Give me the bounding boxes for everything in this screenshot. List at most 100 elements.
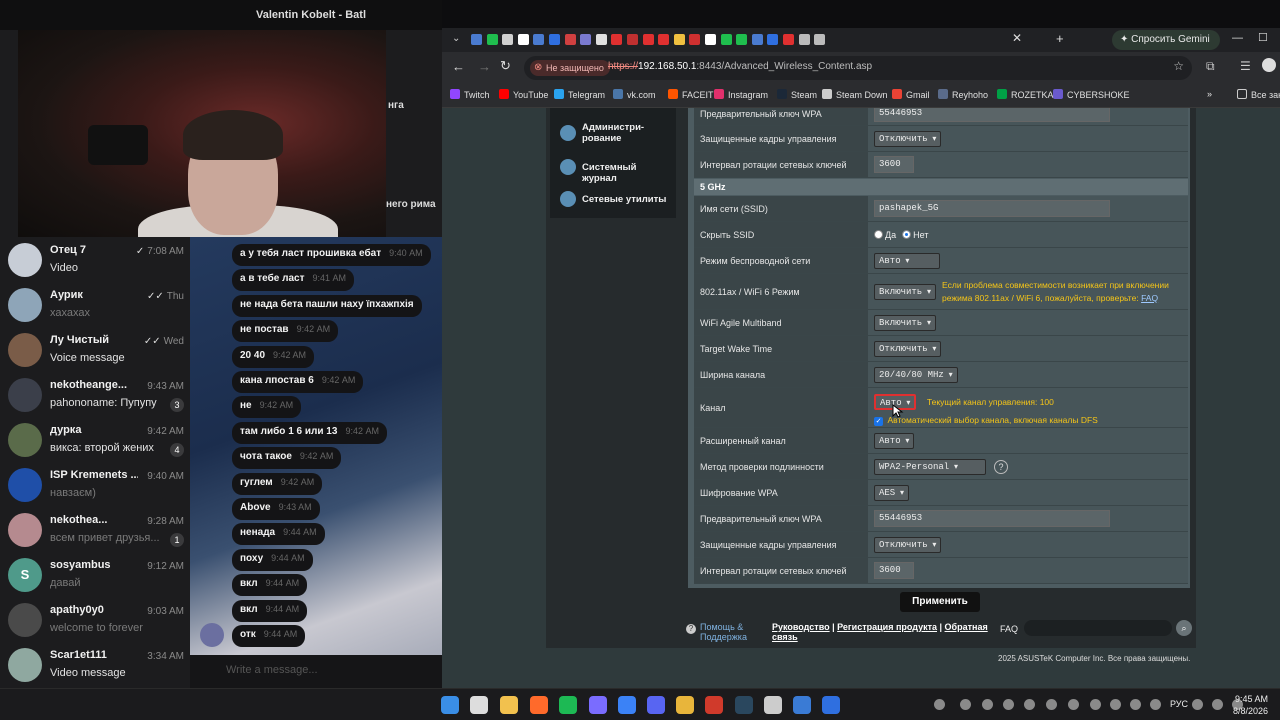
chat-list-item[interactable]: nekothea... всем привет друзья... 9:28 AM 1 bbox=[0, 507, 190, 552]
tray-icon[interactable] bbox=[1090, 699, 1101, 710]
menu-item-system-log[interactable]: Системный журнал bbox=[554, 152, 672, 184]
bookmark-item[interactable]: FACEIT bbox=[668, 89, 714, 100]
pmf-select-top[interactable]: Отключить bbox=[874, 130, 942, 147]
dfs-checkbox[interactable]: ✓ bbox=[874, 417, 883, 426]
bookmark-item[interactable]: YouTube bbox=[499, 89, 548, 100]
forward-icon[interactable]: → bbox=[478, 59, 491, 74]
app-icon[interactable] bbox=[589, 696, 607, 714]
message-bubble[interactable]: чота такое 9:42 AM bbox=[232, 447, 342, 470]
tray-icon[interactable] bbox=[1150, 699, 1161, 710]
tab-favicon-icon[interactable] bbox=[642, 34, 654, 45]
menu-list-icon[interactable]: ☰ bbox=[1240, 59, 1251, 73]
search-icon[interactable]: ⌕ bbox=[1176, 620, 1192, 636]
tab-favicon-icon[interactable] bbox=[689, 34, 701, 45]
message-bubble[interactable]: там либо 1 6 или 13 9:42 AM bbox=[232, 421, 387, 444]
tab-favicon-icon[interactable] bbox=[595, 34, 607, 45]
language-indicator[interactable]: РУС bbox=[1170, 699, 1188, 709]
chat-list-item[interactable]: apathy0y0 welcome to forever 9:03 AM bbox=[0, 597, 190, 642]
ax-mode-select[interactable]: Включить bbox=[874, 283, 937, 300]
chrome-icon[interactable] bbox=[676, 696, 694, 714]
all-bookmarks-folder[interactable]: Все закл bbox=[1237, 89, 1280, 100]
tab-favicon-icon[interactable] bbox=[486, 34, 498, 45]
bandwidth-select[interactable]: 20/40/80 MHz bbox=[874, 366, 958, 383]
chat-list-item[interactable]: Scar1et111 Video message 3:34 AM bbox=[0, 642, 190, 687]
tray-icon[interactable] bbox=[960, 699, 971, 710]
message-bubble[interactable]: а у тебя ласт прошивка ебат 9:40 AM bbox=[232, 244, 431, 266]
tab-favicon-icon[interactable] bbox=[533, 34, 545, 45]
encryption-select[interactable]: AES bbox=[874, 484, 910, 501]
tab-favicon-icon[interactable] bbox=[564, 34, 576, 45]
tray-icon[interactable] bbox=[1068, 699, 1079, 710]
tray-icon[interactable] bbox=[1046, 699, 1057, 710]
bookmarks-overflow-icon[interactable]: » bbox=[1207, 89, 1212, 99]
tab-favicon-icon[interactable] bbox=[751, 34, 763, 45]
extensions-icon[interactable]: ⧉ bbox=[1206, 59, 1215, 74]
message-bubble[interactable]: кана лпостав 6 9:42 AM bbox=[232, 371, 364, 393]
ax-faq-link[interactable]: FAQ bbox=[1141, 293, 1158, 303]
bookmark-star-icon[interactable]: ☆ bbox=[1173, 59, 1184, 73]
wireless-mode-select[interactable]: Авто bbox=[874, 252, 940, 269]
app-icon[interactable] bbox=[618, 696, 636, 714]
terminal-icon[interactable] bbox=[793, 696, 811, 714]
message-bubble[interactable]: вкл 9:44 AM bbox=[232, 599, 308, 622]
bookmark-item[interactable]: Telegram bbox=[554, 89, 605, 100]
menu-item-administration[interactable]: Администри-рование bbox=[554, 118, 672, 148]
pmf-select[interactable]: Отключить bbox=[874, 536, 942, 553]
tray-icon[interactable] bbox=[1212, 699, 1223, 710]
tab-favicon-icon[interactable] bbox=[798, 34, 810, 45]
tab-close-icon[interactable]: ✕ bbox=[1012, 31, 1022, 45]
tab-favicon-icon[interactable] bbox=[549, 34, 560, 45]
tab-favicon-icon[interactable] bbox=[705, 34, 716, 45]
tray-icon[interactable] bbox=[1130, 699, 1141, 710]
profile-avatar[interactable] bbox=[1262, 58, 1276, 72]
back-icon[interactable]: ← bbox=[452, 59, 465, 74]
tab-search-icon[interactable]: ⌄ bbox=[452, 33, 460, 44]
chat-list-item[interactable]: Отец 7 Video ✓ 7:08 AM bbox=[0, 237, 190, 282]
tray-icon[interactable] bbox=[1192, 699, 1203, 710]
tab-favicon-icon[interactable] bbox=[736, 34, 748, 45]
message-bubble[interactable]: не 9:42 AM bbox=[232, 396, 302, 419]
spotify-icon[interactable] bbox=[559, 696, 577, 714]
security-chip[interactable]: Не защищено bbox=[530, 60, 610, 76]
tray-icon[interactable] bbox=[1110, 699, 1121, 710]
gemini-button[interactable]: ✦ Спросить Gemini bbox=[1112, 30, 1220, 50]
message-bubble[interactable]: ненада 9:44 AM bbox=[232, 523, 325, 546]
chat-list-item[interactable]: дурка викса: второй жених 9:42 AM 4 bbox=[0, 417, 190, 462]
ssid-input[interactable]: pashapek_5G bbox=[874, 200, 1110, 217]
twt-select[interactable]: Отключить bbox=[874, 340, 942, 357]
message-bubble[interactable]: гуглем 9:42 AM bbox=[232, 472, 323, 495]
notepad-icon[interactable] bbox=[822, 696, 840, 714]
discord-icon[interactable] bbox=[647, 696, 665, 714]
tab-favicon-icon[interactable] bbox=[658, 34, 670, 45]
tab-favicon-icon[interactable] bbox=[611, 34, 623, 45]
file-explorer-icon[interactable] bbox=[500, 696, 518, 714]
omnibox[interactable]: Не защищено https://192.168.50.1:8443/Ad… bbox=[524, 56, 1192, 80]
message-bubble[interactable]: не нада бета пашли наху їпхажпхія bbox=[232, 294, 422, 317]
wpa-key-input-top[interactable]: 55446953 bbox=[874, 108, 1110, 122]
chat-list-item[interactable]: ISP Kremenets ... навзаєм) 9:40 AM bbox=[0, 462, 190, 507]
bookmark-item[interactable]: Instagram bbox=[714, 89, 768, 100]
tab-favicon-icon[interactable] bbox=[783, 34, 794, 45]
tab-favicon-icon[interactable] bbox=[517, 34, 529, 45]
apply-button[interactable]: Применить bbox=[900, 592, 980, 612]
brave-icon[interactable] bbox=[705, 696, 723, 714]
message-input[interactable]: Write a message... bbox=[190, 655, 442, 688]
tab-favicon-icon[interactable] bbox=[627, 34, 638, 45]
message-bubble[interactable]: отк 9:44 AM bbox=[232, 625, 306, 647]
message-bubble[interactable]: поху 9:44 AM bbox=[232, 548, 313, 571]
tab-favicon-icon[interactable] bbox=[471, 34, 482, 45]
bookmark-item[interactable]: Twitch bbox=[450, 89, 490, 100]
browser-icon[interactable] bbox=[530, 696, 548, 714]
bookmark-item[interactable]: Gmail bbox=[892, 89, 930, 100]
wpa-key-input[interactable]: 55446953 bbox=[874, 510, 1110, 527]
chat-list-item[interactable]: Ssosyambus давай 9:12 AM bbox=[0, 552, 190, 597]
tray-icon[interactable] bbox=[1003, 699, 1014, 710]
tray-icon[interactable] bbox=[934, 699, 945, 710]
menu-item-network-tools[interactable]: Сетевые утилиты bbox=[554, 184, 672, 214]
tab-favicon-icon[interactable] bbox=[502, 34, 514, 45]
search-icon[interactable] bbox=[470, 696, 488, 714]
message-bubble[interactable]: не постав 9:42 AM bbox=[232, 320, 339, 343]
tab-favicon-icon[interactable] bbox=[580, 34, 592, 45]
ext-channel-select[interactable]: Авто bbox=[874, 432, 915, 449]
manual-link[interactable]: Руководство bbox=[772, 622, 830, 632]
